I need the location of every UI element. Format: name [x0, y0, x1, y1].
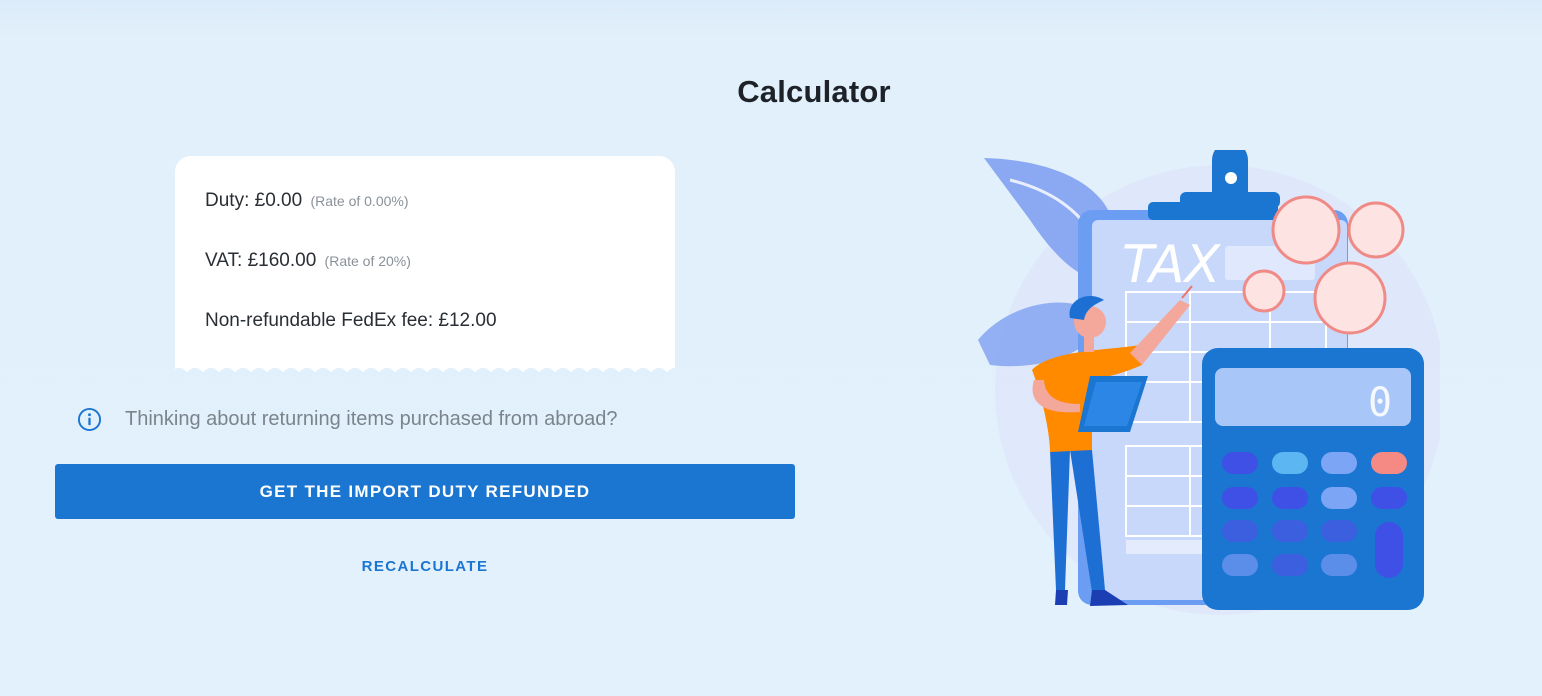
vat-value: VAT: £160.00	[205, 250, 317, 271]
duty-line: Duty: £0.00 (Rate of 0.00%)	[205, 190, 409, 212]
recalculate-link[interactable]: RECALCULATE	[55, 558, 795, 575]
fee-line: Non-refundable FedEx fee: £12.00	[205, 310, 497, 332]
duty-receipt-card: Duty: £0.00 (Rate of 0.00%) VAT: £160.00…	[175, 156, 675, 374]
return-info-text: Thinking about returning items purchased…	[125, 407, 618, 430]
fee-value: Non-refundable FedEx fee: £12.00	[205, 310, 497, 331]
receipt-body: Duty: £0.00 (Rate of 0.00%) VAT: £160.00…	[175, 156, 675, 368]
get-import-duty-refunded-button[interactable]: GET THE IMPORT DUTY REFUNDED	[55, 464, 795, 519]
info-circle-icon	[77, 407, 102, 431]
vat-rate: (Rate of 20%)	[324, 253, 411, 269]
tax-calculator-illustration: TAX 0	[978, 150, 1440, 615]
duty-rate: (Rate of 0.00%)	[310, 193, 409, 209]
receipt-zigzag-edge	[175, 364, 675, 372]
clipboard-tax-text: TAX	[1122, 235, 1222, 295]
duty-value: Duty: £0.00	[205, 190, 303, 211]
calculator-display: 0	[1368, 380, 1392, 426]
page-title: Calculator	[737, 74, 891, 109]
return-info-row: Thinking about returning items purchased…	[77, 406, 618, 432]
vat-line: VAT: £160.00 (Rate of 20%)	[205, 250, 411, 272]
